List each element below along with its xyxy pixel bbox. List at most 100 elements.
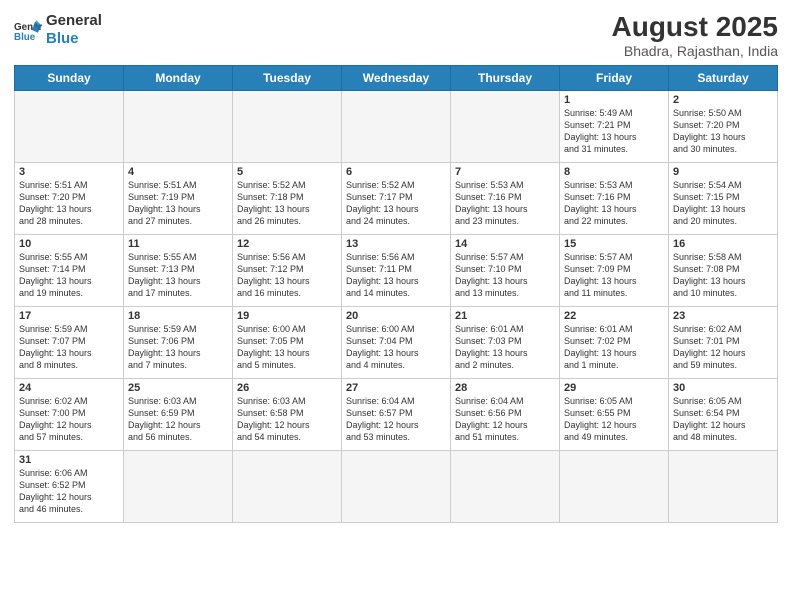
day-number: 24 <box>19 382 119 394</box>
day-number: 31 <box>19 454 119 466</box>
table-row: 9Sunrise: 5:54 AMSunset: 7:15 PMDaylight… <box>669 162 778 234</box>
table-row: 15Sunrise: 5:57 AMSunset: 7:09 PMDayligh… <box>560 234 669 306</box>
day-info: Sunrise: 5:50 AMSunset: 7:20 PMDaylight:… <box>673 107 773 156</box>
table-row: 20Sunrise: 6:00 AMSunset: 7:04 PMDayligh… <box>342 306 451 378</box>
day-info: Sunrise: 5:53 AMSunset: 7:16 PMDaylight:… <box>455 179 555 228</box>
calendar-table: Sunday Monday Tuesday Wednesday Thursday… <box>14 65 778 523</box>
header-wednesday: Wednesday <box>342 65 451 90</box>
day-number: 6 <box>346 166 446 178</box>
table-row: 10Sunrise: 5:55 AMSunset: 7:14 PMDayligh… <box>15 234 124 306</box>
day-info: Sunrise: 6:04 AMSunset: 6:57 PMDaylight:… <box>346 395 446 444</box>
table-row <box>342 90 451 162</box>
title-block: August 2025 Bhadra, Rajasthan, India <box>612 12 779 59</box>
table-row: 2Sunrise: 5:50 AMSunset: 7:20 PMDaylight… <box>669 90 778 162</box>
table-row: 3Sunrise: 5:51 AMSunset: 7:20 PMDaylight… <box>15 162 124 234</box>
table-row: 31Sunrise: 6:06 AMSunset: 6:52 PMDayligh… <box>15 450 124 522</box>
table-row: 8Sunrise: 5:53 AMSunset: 7:16 PMDaylight… <box>560 162 669 234</box>
day-info: Sunrise: 6:00 AMSunset: 7:04 PMDaylight:… <box>346 323 446 372</box>
day-number: 20 <box>346 310 446 322</box>
day-number: 21 <box>455 310 555 322</box>
day-info: Sunrise: 5:55 AMSunset: 7:14 PMDaylight:… <box>19 251 119 300</box>
table-row <box>669 450 778 522</box>
table-row: 28Sunrise: 6:04 AMSunset: 6:56 PMDayligh… <box>451 378 560 450</box>
table-row: 19Sunrise: 6:00 AMSunset: 7:05 PMDayligh… <box>233 306 342 378</box>
day-info: Sunrise: 5:52 AMSunset: 7:18 PMDaylight:… <box>237 179 337 228</box>
day-info: Sunrise: 5:57 AMSunset: 7:10 PMDaylight:… <box>455 251 555 300</box>
calendar-subtitle: Bhadra, Rajasthan, India <box>612 43 779 59</box>
day-info: Sunrise: 6:01 AMSunset: 7:02 PMDaylight:… <box>564 323 664 372</box>
day-info: Sunrise: 5:56 AMSunset: 7:11 PMDaylight:… <box>346 251 446 300</box>
table-row: 27Sunrise: 6:04 AMSunset: 6:57 PMDayligh… <box>342 378 451 450</box>
day-info: Sunrise: 6:00 AMSunset: 7:05 PMDaylight:… <box>237 323 337 372</box>
table-row: 6Sunrise: 5:52 AMSunset: 7:17 PMDaylight… <box>342 162 451 234</box>
table-row: 11Sunrise: 5:55 AMSunset: 7:13 PMDayligh… <box>124 234 233 306</box>
table-row: 21Sunrise: 6:01 AMSunset: 7:03 PMDayligh… <box>451 306 560 378</box>
day-info: Sunrise: 6:02 AMSunset: 7:00 PMDaylight:… <box>19 395 119 444</box>
header-saturday: Saturday <box>669 65 778 90</box>
table-row: 22Sunrise: 6:01 AMSunset: 7:02 PMDayligh… <box>560 306 669 378</box>
logo-icon: General Blue <box>14 16 42 44</box>
table-row: 1Sunrise: 5:49 AMSunset: 7:21 PMDaylight… <box>560 90 669 162</box>
day-number: 14 <box>455 238 555 250</box>
day-info: Sunrise: 6:06 AMSunset: 6:52 PMDaylight:… <box>19 467 119 516</box>
table-row: 25Sunrise: 6:03 AMSunset: 6:59 PMDayligh… <box>124 378 233 450</box>
day-number: 29 <box>564 382 664 394</box>
day-number: 25 <box>128 382 228 394</box>
day-number: 22 <box>564 310 664 322</box>
table-row <box>451 90 560 162</box>
logo-general: General <box>46 12 102 30</box>
day-number: 7 <box>455 166 555 178</box>
header-sunday: Sunday <box>15 65 124 90</box>
header-thursday: Thursday <box>451 65 560 90</box>
table-row: 13Sunrise: 5:56 AMSunset: 7:11 PMDayligh… <box>342 234 451 306</box>
table-row <box>560 450 669 522</box>
logo: General Blue General Blue <box>14 12 102 48</box>
day-number: 1 <box>564 94 664 106</box>
table-row: 29Sunrise: 6:05 AMSunset: 6:55 PMDayligh… <box>560 378 669 450</box>
day-info: Sunrise: 5:59 AMSunset: 7:06 PMDaylight:… <box>128 323 228 372</box>
day-number: 2 <box>673 94 773 106</box>
day-number: 27 <box>346 382 446 394</box>
day-number: 4 <box>128 166 228 178</box>
day-number: 3 <box>19 166 119 178</box>
calendar-header: Sunday Monday Tuesday Wednesday Thursday… <box>15 65 778 90</box>
day-number: 15 <box>564 238 664 250</box>
day-number: 8 <box>564 166 664 178</box>
table-row <box>15 90 124 162</box>
table-row: 4Sunrise: 5:51 AMSunset: 7:19 PMDaylight… <box>124 162 233 234</box>
day-info: Sunrise: 6:05 AMSunset: 6:55 PMDaylight:… <box>564 395 664 444</box>
day-number: 19 <box>237 310 337 322</box>
table-row <box>233 450 342 522</box>
day-number: 12 <box>237 238 337 250</box>
header-friday: Friday <box>560 65 669 90</box>
table-row <box>124 90 233 162</box>
table-row <box>124 450 233 522</box>
day-info: Sunrise: 6:03 AMSunset: 6:59 PMDaylight:… <box>128 395 228 444</box>
day-info: Sunrise: 6:04 AMSunset: 6:56 PMDaylight:… <box>455 395 555 444</box>
day-info: Sunrise: 5:54 AMSunset: 7:15 PMDaylight:… <box>673 179 773 228</box>
header-tuesday: Tuesday <box>233 65 342 90</box>
day-info: Sunrise: 6:02 AMSunset: 7:01 PMDaylight:… <box>673 323 773 372</box>
day-number: 13 <box>346 238 446 250</box>
day-info: Sunrise: 5:57 AMSunset: 7:09 PMDaylight:… <box>564 251 664 300</box>
day-number: 11 <box>128 238 228 250</box>
day-number: 10 <box>19 238 119 250</box>
day-info: Sunrise: 6:05 AMSunset: 6:54 PMDaylight:… <box>673 395 773 444</box>
table-row: 5Sunrise: 5:52 AMSunset: 7:18 PMDaylight… <box>233 162 342 234</box>
table-row: 23Sunrise: 6:02 AMSunset: 7:01 PMDayligh… <box>669 306 778 378</box>
day-number: 18 <box>128 310 228 322</box>
table-row: 16Sunrise: 5:58 AMSunset: 7:08 PMDayligh… <box>669 234 778 306</box>
table-row <box>451 450 560 522</box>
day-number: 30 <box>673 382 773 394</box>
day-info: Sunrise: 5:49 AMSunset: 7:21 PMDaylight:… <box>564 107 664 156</box>
day-number: 17 <box>19 310 119 322</box>
day-number: 9 <box>673 166 773 178</box>
page-header: General Blue General Blue August 2025 Bh… <box>14 12 778 59</box>
svg-text:Blue: Blue <box>14 32 36 43</box>
day-info: Sunrise: 5:58 AMSunset: 7:08 PMDaylight:… <box>673 251 773 300</box>
table-row: 7Sunrise: 5:53 AMSunset: 7:16 PMDaylight… <box>451 162 560 234</box>
day-info: Sunrise: 5:52 AMSunset: 7:17 PMDaylight:… <box>346 179 446 228</box>
table-row: 14Sunrise: 5:57 AMSunset: 7:10 PMDayligh… <box>451 234 560 306</box>
day-info: Sunrise: 5:53 AMSunset: 7:16 PMDaylight:… <box>564 179 664 228</box>
day-info: Sunrise: 5:59 AMSunset: 7:07 PMDaylight:… <box>19 323 119 372</box>
